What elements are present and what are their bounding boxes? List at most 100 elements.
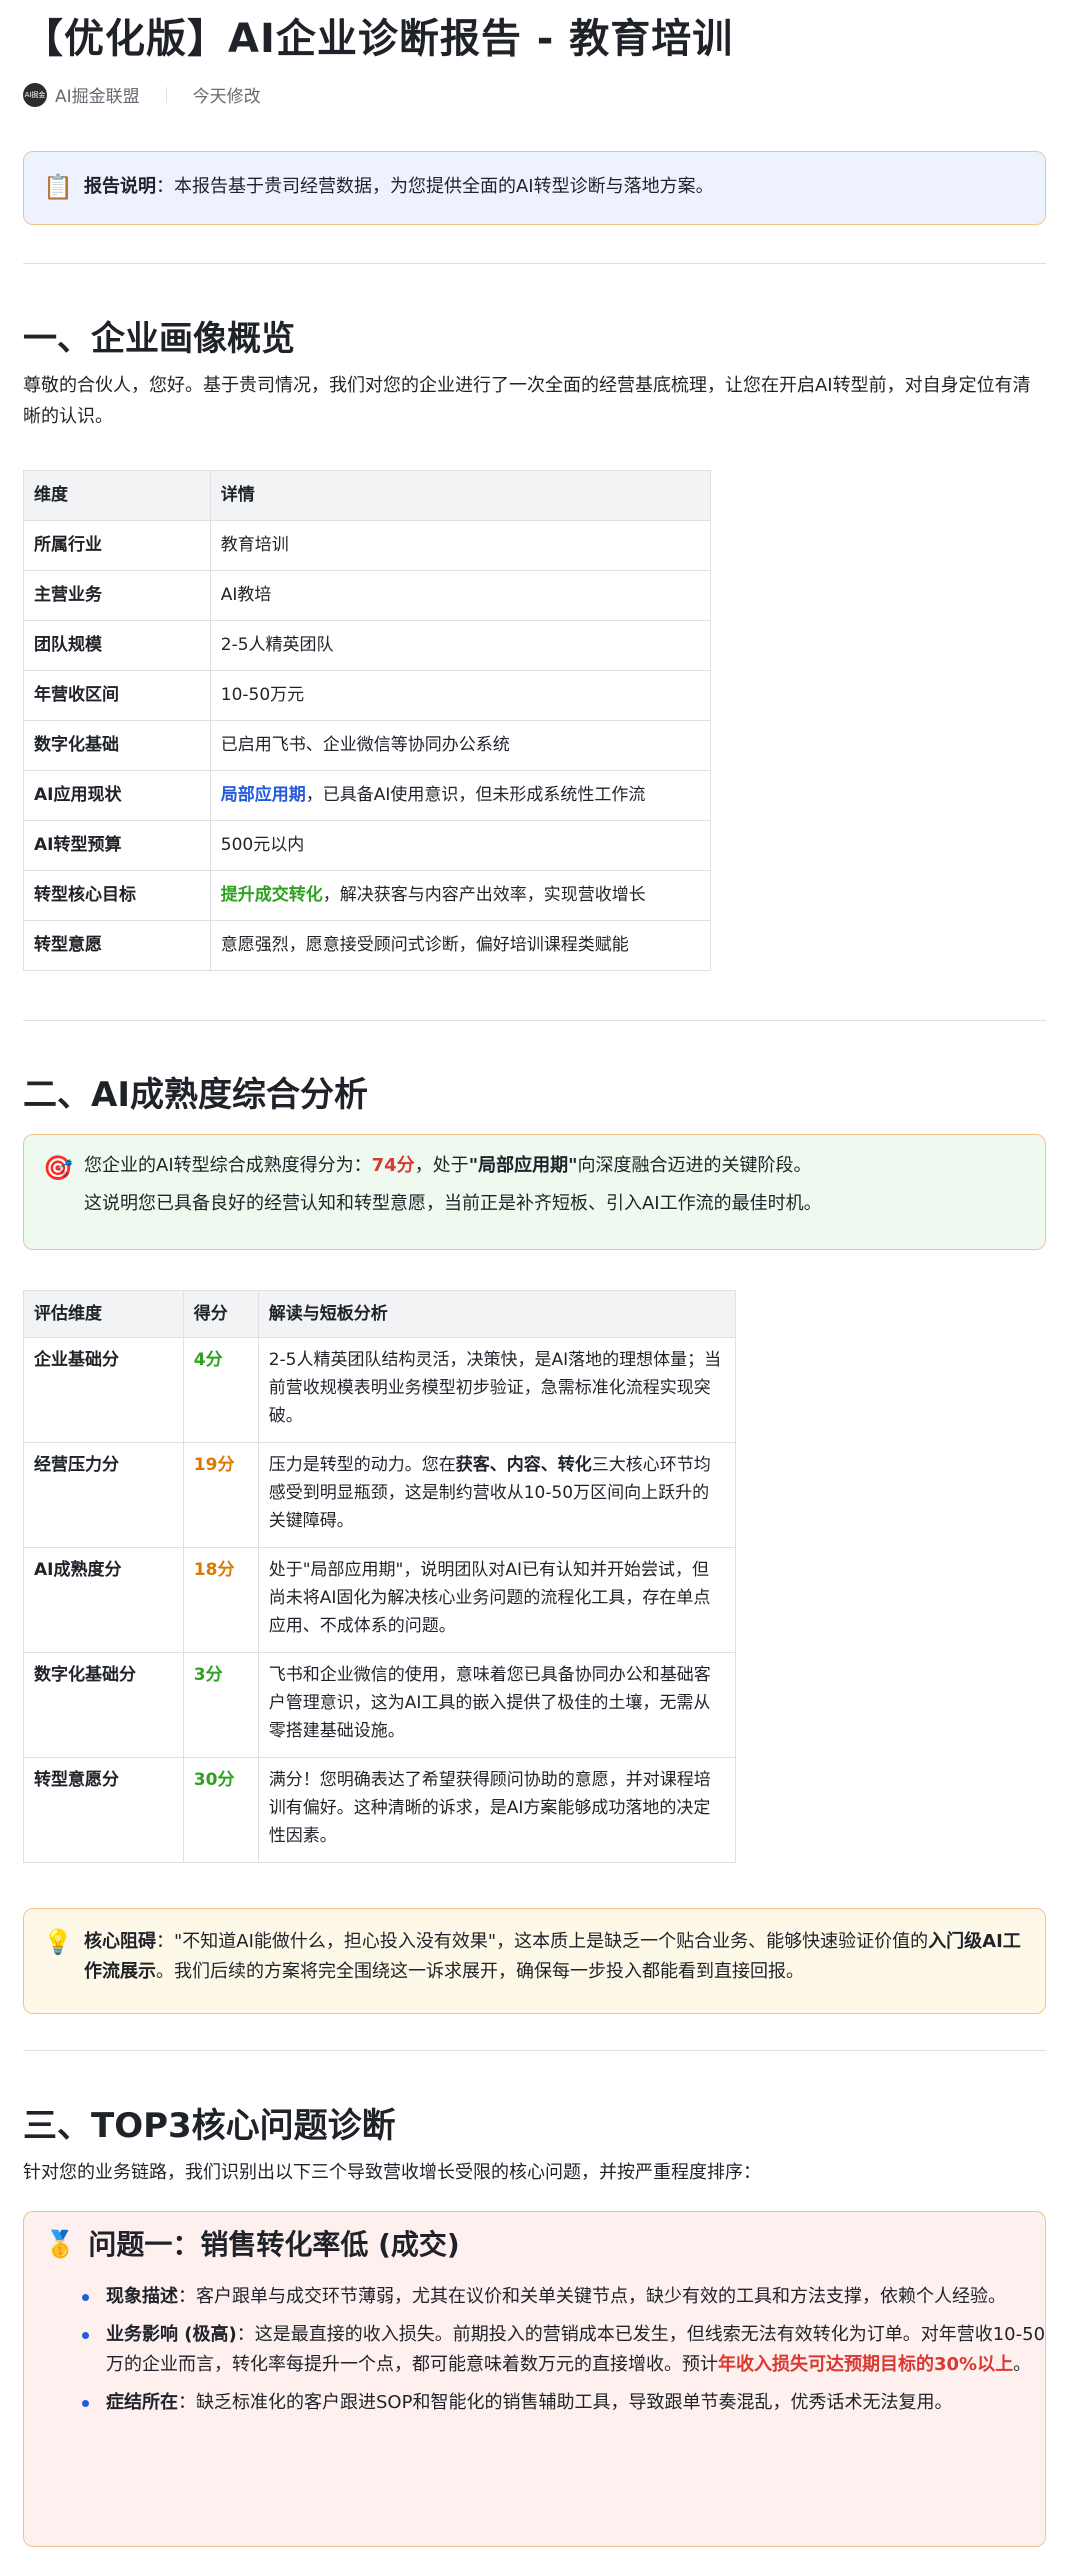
table-header: 详情 xyxy=(209,470,712,521)
highlight-goal: 提升成交转化 xyxy=(220,885,323,905)
table-row: AI应用现状 局部应用期，已具备AI使用意识，但未形成系统性工作流 xyxy=(23,770,712,821)
table-cell-value: 10-50万元 xyxy=(209,670,712,721)
report-note-label: 报告说明 xyxy=(84,176,156,197)
table-row: 数字化基础 已启用飞书、企业微信等协同办公系统 xyxy=(23,720,712,771)
item-highlight: 年收入损失可达预期目标的30%以上 xyxy=(718,2354,1014,2375)
table-cell-value: 2-5人精英团队 xyxy=(209,620,712,671)
obstacle-text: ："不知道AI能做什么，担心投入没有效果"，这本质上是缺乏一个贴合业务、能够快速… xyxy=(156,1931,929,1952)
table-cell-value: 提升成交转化，解决获客与内容产出效率，实现营收增长 xyxy=(209,870,712,921)
table-row: AI转型预算 500元以内 xyxy=(23,820,712,871)
table-header: 解读与短板分析 xyxy=(257,1290,737,1338)
table-cell-key: AI应用现状 xyxy=(23,770,211,821)
table-cell-key: 主营业务 xyxy=(23,570,211,621)
issue1-list: 现象描述：客户跟单与成交环节薄弱，尤其在议价和关单关键节点，缺少有效的工具和方法… xyxy=(76,2282,1046,2426)
analysis-cell: 满分！您明确表达了希望获得顾问协助的意愿，并对课程培训有偏好。这种清晰的诉求，是… xyxy=(257,1757,737,1863)
score-line: 您企业的AI转型综合成熟度得分为：74分，处于"局部应用期"向深度融合迈进的关键… xyxy=(84,1151,1025,1181)
score-text: ，处于 xyxy=(414,1155,469,1176)
table-row: 所属行业 教育培训 xyxy=(23,520,712,571)
doc-title: 【优化版】AI企业诊断报告 - 教育培训 xyxy=(23,16,734,62)
section1-heading: 一、企业画像概览 xyxy=(23,319,295,359)
list-item: 业务影响 (极高)：这是最直接的收入损失。前期投入的营销成本已发生，但线索无法有… xyxy=(76,2320,1046,2380)
table-cell-value: 意愿强烈，愿意接受顾问式诊断，偏好培训课程类赋能 xyxy=(209,920,712,971)
total-score: 74分 xyxy=(371,1155,415,1176)
obstacle-text: 。我们后续的方案将完全围绕这一诉求展开，确保每一步投入都能看到直接回报。 xyxy=(156,1961,804,1982)
section2-heading: 二、AI成熟度综合分析 xyxy=(23,1075,368,1115)
table-row: 转型意愿分 30分 满分！您明确表达了希望获得顾问协助的意愿，并对课程培训有偏好… xyxy=(23,1757,737,1863)
dimension-cell: 经营压力分 xyxy=(23,1442,184,1548)
section3-heading: 三、TOP3核心问题诊断 xyxy=(23,2106,396,2146)
item-text: 。 xyxy=(1013,2354,1032,2375)
highlight-stage: 局部应用期 xyxy=(220,785,306,805)
issue1-title: 问题一：销售转化率低 (成交) xyxy=(88,2228,460,2261)
dimension-cell: 数字化基础分 xyxy=(23,1652,184,1758)
section1-intro: 尊敬的合伙人，您好。基于贵司情况，我们对您的企业进行了一次全面的经营基底梳理，让… xyxy=(23,375,1031,427)
table-cell-key: 年营收区间 xyxy=(23,670,211,721)
score-cell: 3分 xyxy=(182,1652,259,1758)
score-cell: 18分 xyxy=(182,1547,259,1653)
table-row: 数字化基础分 3分 飞书和企业微信的使用，意味着您已具备协同办公和基础客户管理意… xyxy=(23,1652,737,1758)
table-cell-value: 局部应用期，已具备AI使用意识，但未形成系统性工作流 xyxy=(209,770,712,821)
list-item: 现象描述：客户跟单与成交环节薄弱，尤其在议价和关单关键节点，缺少有效的工具和方法… xyxy=(76,2282,1046,2312)
table-row: 主营业务 AI教培 xyxy=(23,570,712,621)
table-header-row: 维度 详情 xyxy=(23,470,712,521)
stage-label: "局部应用期" xyxy=(468,1155,578,1176)
table-cell-value: 500元以内 xyxy=(209,820,712,871)
document-page: 【优化版】AI企业诊断报告 - 教育培训 AI掘金 AI掘金联盟 今天修改 📋 … xyxy=(0,0,1065,2556)
table-cell-value: 已启用飞书、企业微信等协同办公系统 xyxy=(209,720,712,771)
medal-icon: 🥇 xyxy=(44,2230,77,2260)
table-cell-key: 转型意愿 xyxy=(23,920,211,971)
author-name[interactable]: AI掘金联盟 xyxy=(55,82,140,107)
score-callout: 🎯 您企业的AI转型综合成熟度得分为：74分，处于"局部应用期"向深度融合迈进的… xyxy=(23,1134,1046,1250)
table-row: 年营收区间 10-50万元 xyxy=(23,670,712,721)
table-row: 转型意愿 意愿强烈，愿意接受顾问式诊断，偏好培训课程类赋能 xyxy=(23,920,712,971)
analysis-cell: 2-5人精英团队结构灵活，决策快，是AI落地的理想体量；当前营收规模表明业务模型… xyxy=(257,1337,737,1443)
doc-meta: AI掘金 AI掘金联盟 今天修改 xyxy=(23,82,261,107)
list-item: 症结所在：缺乏标准化的客户跟进SOP和智能化的销售辅助工具，导致跟单节奏混乱，优… xyxy=(76,2388,1046,2418)
divider xyxy=(23,263,1046,264)
item-label: 症结所在 xyxy=(106,2392,178,2413)
report-note-callout: 📋 报告说明：本报告基于贵司经营数据，为您提供全面的AI转型诊断与落地方案。 xyxy=(23,151,1046,225)
cell-bold: 获客、内容、转化 xyxy=(455,1455,592,1475)
table-row: AI成熟度分 18分 处于"局部应用期"，说明团队对AI已有认知并开始尝试，但尚… xyxy=(23,1547,737,1653)
table-header: 得分 xyxy=(182,1290,259,1338)
lightbulb-icon: 💡 xyxy=(43,1928,73,1956)
table-header: 评估维度 xyxy=(23,1290,184,1338)
table-cell-key: 转型核心目标 xyxy=(23,870,211,921)
table-row: 团队规模 2-5人精英团队 xyxy=(23,620,712,671)
profile-table: 维度 详情 所属行业 教育培训 主营业务 AI教培 团队规模 2-5人精英团队 … xyxy=(23,470,712,971)
author-avatar[interactable]: AI掘金 xyxy=(23,82,47,107)
item-text: ：缺乏标准化的客户跟进SOP和智能化的销售辅助工具，导致跟单节奏混乱，优秀话术无… xyxy=(178,2392,953,2413)
report-note-text: ：本报告基于贵司经营数据，为您提供全面的AI转型诊断与落地方案。 xyxy=(156,176,714,197)
score-table: 评估维度 得分 解读与短板分析 企业基础分 4分 2-5人精英团队结构灵活，决策… xyxy=(23,1290,737,1863)
divider xyxy=(23,1020,1046,1021)
cell-text: ，已具备AI使用意识，但未形成系统性工作流 xyxy=(305,785,646,805)
cell-text: ，解决获客与内容产出效率，实现营收增长 xyxy=(322,885,646,905)
score-cell: 19分 xyxy=(182,1442,259,1548)
cell-text: 压力是转型的动力。您在 xyxy=(268,1455,456,1475)
analysis-cell: 飞书和企业微信的使用，意味着您已具备协同办公和基础客户管理意识，这为AI工具的嵌… xyxy=(257,1652,737,1758)
table-row: 经营压力分 19分 压力是转型的动力。您在获客、内容、转化三大核心环节均感受到明… xyxy=(23,1442,737,1548)
table-cell-value: 教育培训 xyxy=(209,520,712,571)
table-cell-value: AI教培 xyxy=(209,570,712,621)
issue1-title-row: 🥇 问题一：销售转化率低 (成交) xyxy=(44,2228,460,2261)
modified-time: 今天修改 xyxy=(192,87,261,107)
table-row: 企业基础分 4分 2-5人精英团队结构灵活，决策快，是AI落地的理想体量；当前营… xyxy=(23,1337,737,1443)
score-cell: 4分 xyxy=(182,1337,259,1443)
table-header: 维度 xyxy=(23,470,211,521)
item-label: 现象描述 xyxy=(106,2286,178,2307)
table-cell-key: 数字化基础 xyxy=(23,720,211,771)
score-cell: 30分 xyxy=(182,1757,259,1863)
analysis-cell: 处于"局部应用期"，说明团队对AI已有认知并开始尝试，但尚未将AI固化为解决核心… xyxy=(257,1547,737,1653)
obstacle-label: 核心阻碍 xyxy=(84,1931,156,1952)
item-label: 业务影响 (极高) xyxy=(106,2324,237,2345)
table-cell-key: 所属行业 xyxy=(23,520,211,571)
dimension-cell: 企业基础分 xyxy=(23,1337,184,1443)
table-header-row: 评估维度 得分 解读与短板分析 xyxy=(23,1290,737,1338)
table-cell-key: AI转型预算 xyxy=(23,820,211,871)
clipboard-icon: 📋 xyxy=(43,173,73,201)
table-row: 转型核心目标 提升成交转化，解决获客与内容产出效率，实现营收增长 xyxy=(23,870,712,921)
issue1-callout: 🥇 问题一：销售转化率低 (成交) 现象描述：客户跟单与成交环节薄弱，尤其在议价… xyxy=(23,2211,1046,2547)
score-text: 您企业的AI转型综合成熟度得分为： xyxy=(84,1155,372,1176)
item-text: ：客户跟单与成交环节薄弱，尤其在议价和关单关键节点，缺少有效的工具和方法支撑，依… xyxy=(178,2286,1006,2307)
obstacle-callout: 💡 核心阻碍："不知道AI能做什么，担心投入没有效果"，这本质上是缺乏一个贴合业… xyxy=(23,1908,1046,2014)
